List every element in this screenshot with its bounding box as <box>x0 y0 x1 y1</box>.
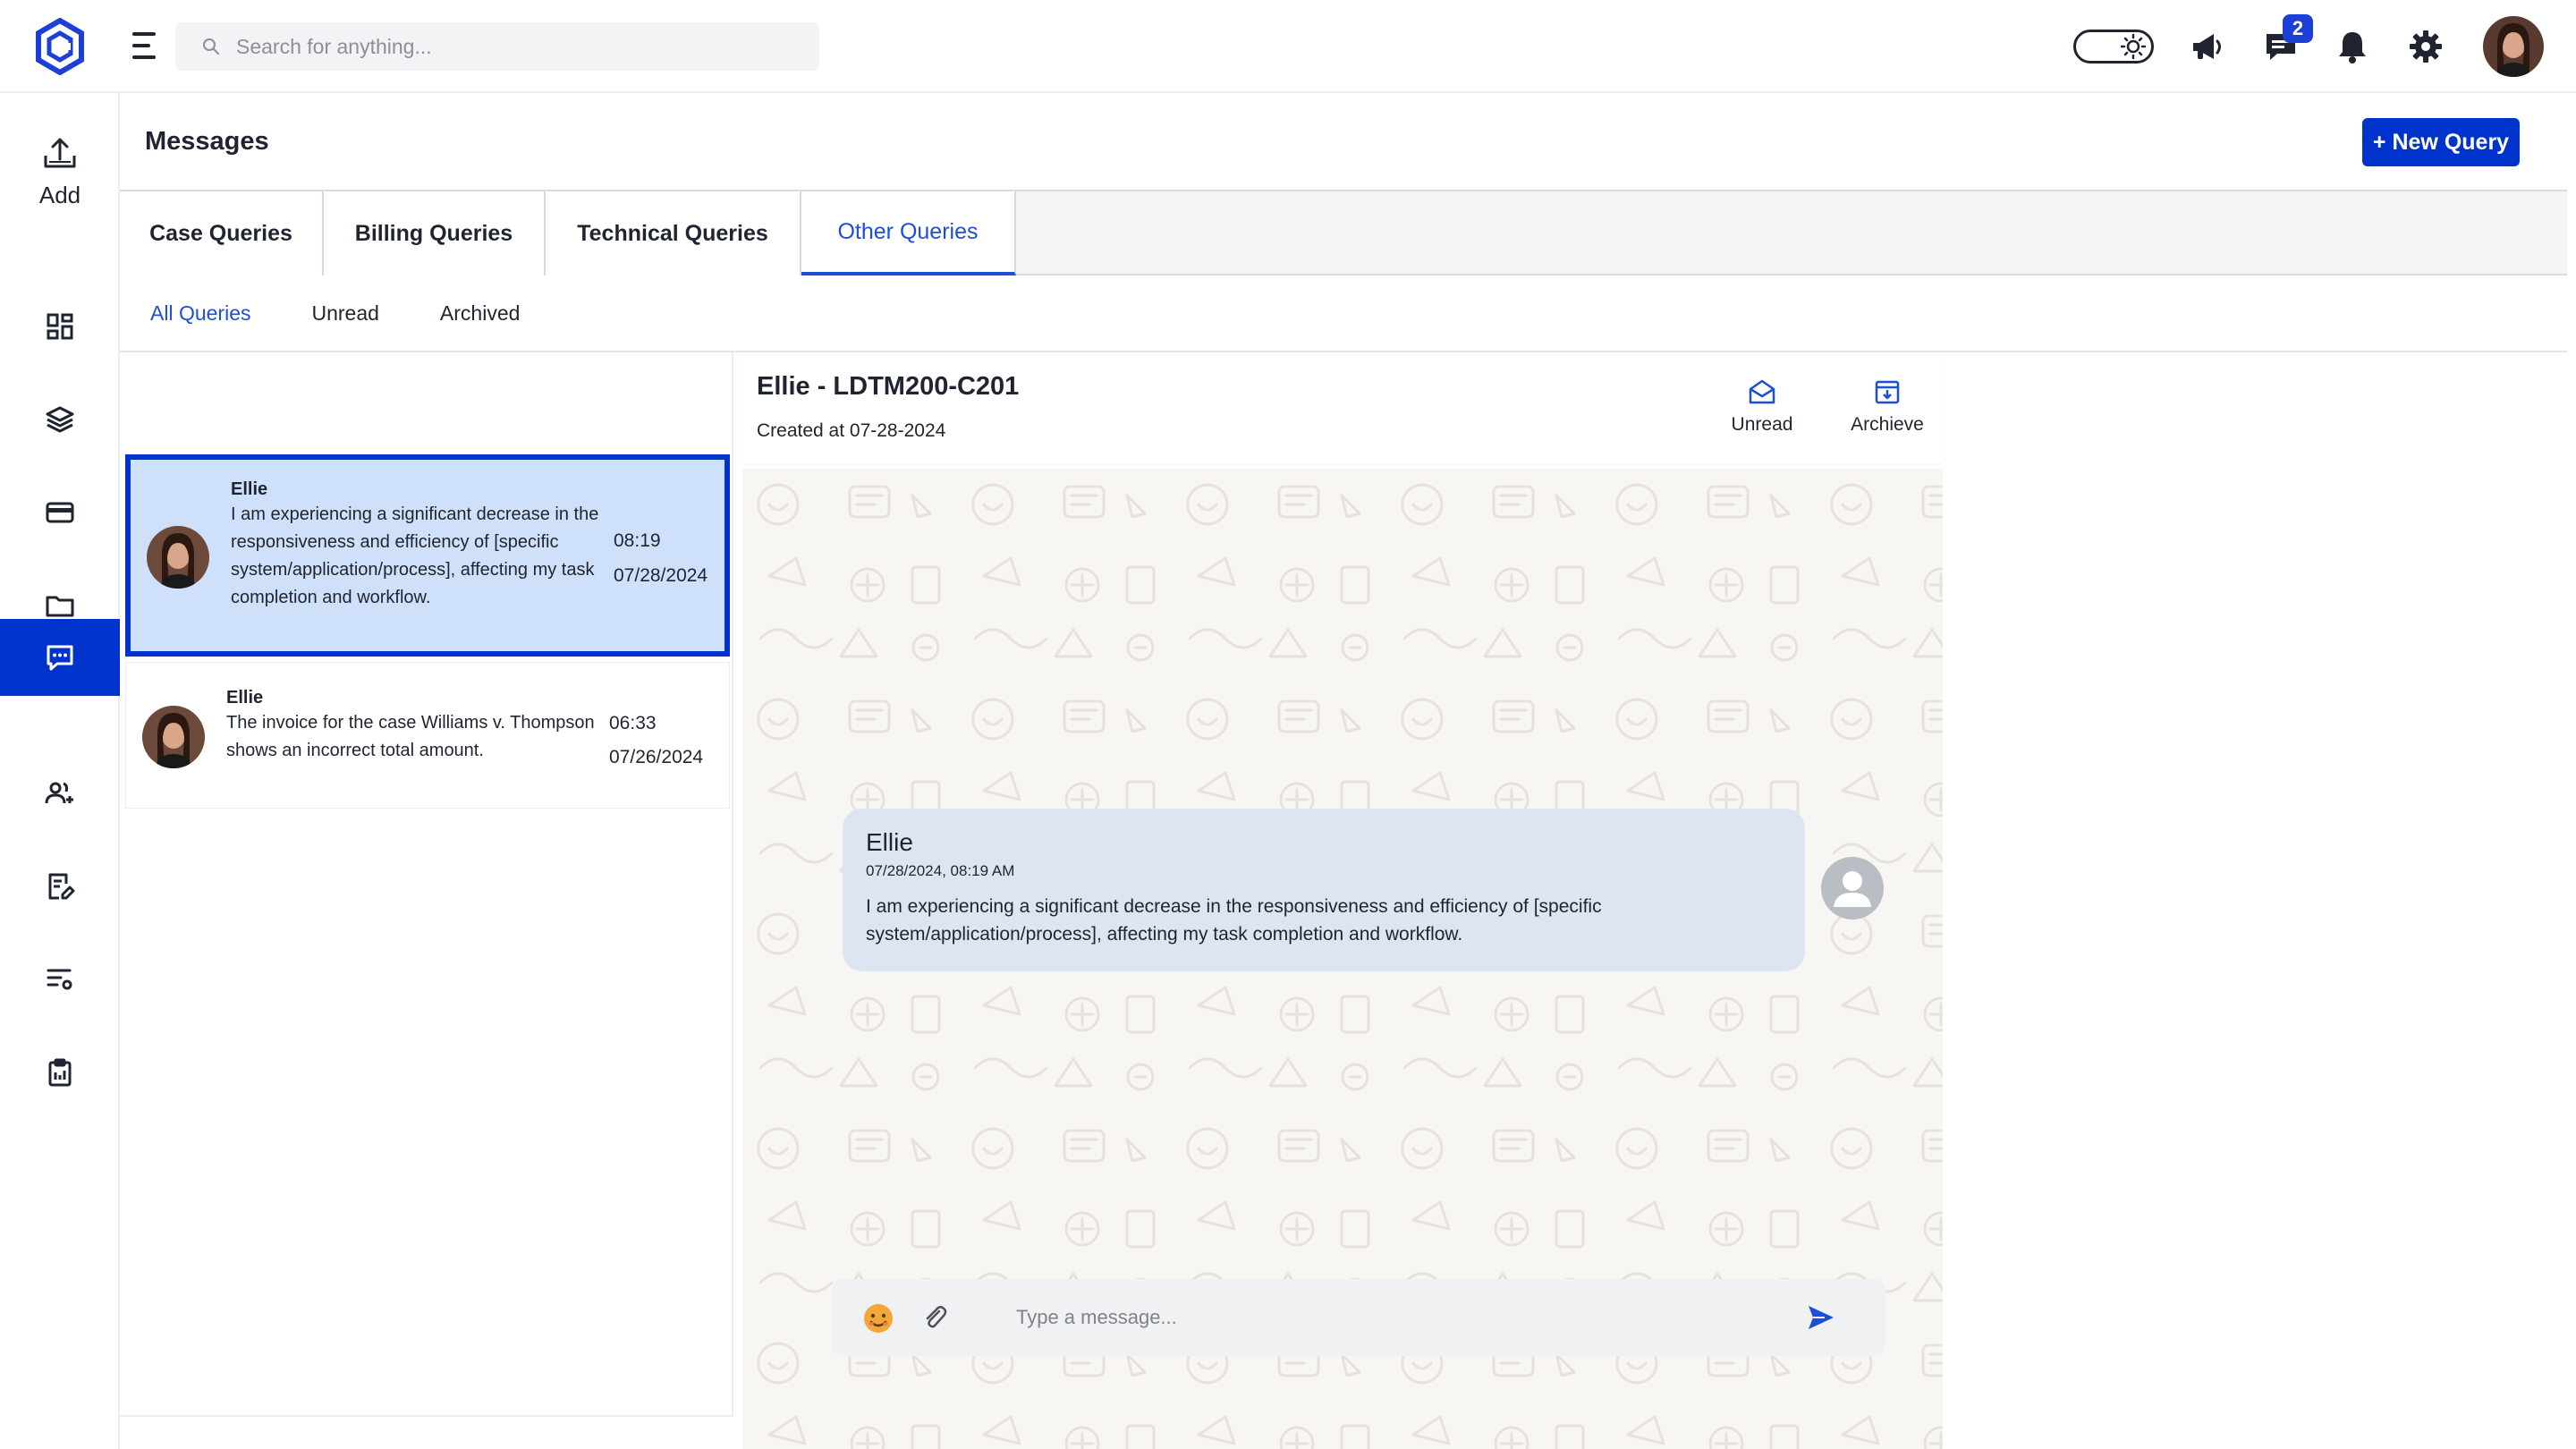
message-input[interactable] <box>1016 1295 1785 1340</box>
tab-other-queries[interactable]: Other Queries <box>801 191 1016 275</box>
sender-avatar-placeholder <box>1821 857 1884 919</box>
add-label: Add <box>38 182 81 208</box>
message-date: 07/28/2024 <box>614 565 708 586</box>
users-icon <box>45 782 73 804</box>
message-composer <box>832 1279 1885 1356</box>
sun-icon <box>2121 34 2146 59</box>
subtab-unread[interactable]: Unread <box>311 301 378 326</box>
message-date: 07/26/2024 <box>609 747 704 767</box>
gear-icon[interactable] <box>2406 27 2445 66</box>
conversation-title: Ellie - LDTM200-C201 <box>757 372 1020 401</box>
sidebar-item-dashboard[interactable] <box>0 288 120 365</box>
message-time: 08:19 <box>614 530 661 551</box>
theme-toggle[interactable] <box>2073 30 2154 64</box>
search-bar[interactable] <box>175 22 819 71</box>
sidebar-item-messages[interactable] <box>0 619 120 696</box>
chat-area: Ellie 07/28/2024, 08:19 AM I am experien… <box>742 469 1943 1449</box>
search-icon <box>203 38 219 55</box>
sidebar-item-settings-list[interactable] <box>0 941 120 1018</box>
tab-case-queries[interactable]: Case Queries <box>120 191 324 275</box>
tab-technical-queries[interactable]: Technical Queries <box>546 191 801 275</box>
layers-icon <box>46 406 74 433</box>
sidebar-item-users[interactable] <box>0 755 120 832</box>
bell-icon[interactable] <box>2333 27 2372 66</box>
messages-count-badge: 2 <box>2283 14 2313 43</box>
sidebar-item-tasks[interactable] <box>0 1034 120 1111</box>
sender-name: Ellie <box>226 688 264 708</box>
archive-label: Archieve <box>1851 414 1924 435</box>
list-item[interactable]: Ellie The invoice for the case Williams … <box>125 662 730 809</box>
subtab-archived[interactable]: Archived <box>440 301 520 326</box>
top-header: 2 <box>0 0 2576 93</box>
list-item[interactable]: Ellie I am experiencing a significant de… <box>125 454 730 657</box>
sidebar-item-layers[interactable] <box>0 381 120 458</box>
archive-button[interactable]: Archieve <box>1843 377 1932 436</box>
message-time: 06:33 <box>609 713 657 733</box>
upload-icon <box>44 138 76 168</box>
mark-unread-button[interactable]: Unread <box>1726 377 1798 436</box>
clipboard-icon <box>48 1058 72 1087</box>
envelope-open-icon <box>1749 379 1775 404</box>
query-category-tabs: Case Queries Billing Queries Technical Q… <box>120 190 2567 275</box>
messages-icon <box>47 645 73 671</box>
list-settings-icon <box>47 969 72 990</box>
message-preview: I am experiencing a significant decrease… <box>231 504 599 607</box>
conversation-header: Ellie - LDTM200-C201 Created at 07-28-20… <box>742 352 1943 463</box>
sidebar-item-documents[interactable] <box>0 848 120 925</box>
avatar <box>147 526 209 589</box>
sender-name: Ellie <box>231 479 268 499</box>
document-edit-icon <box>48 873 75 900</box>
subtab-all-queries[interactable]: All Queries <box>150 301 250 326</box>
card-icon <box>46 502 74 523</box>
menu-icon[interactable] <box>132 32 163 61</box>
message-preview: The invoice for the case Williams v. Tho… <box>226 713 595 760</box>
query-filter-tabs: All Queries Unread Archived <box>120 275 2567 352</box>
avatar <box>142 706 205 768</box>
search-input[interactable] <box>236 34 791 59</box>
message-timestamp: 07/28/2024, 08:19 AM <box>866 862 1015 879</box>
emoji-icon[interactable] <box>862 1302 894 1335</box>
app-logo[interactable] <box>34 18 86 75</box>
paperclip-icon[interactable] <box>919 1302 950 1333</box>
archive-icon <box>1875 380 1900 404</box>
dashboard-icon <box>47 313 73 340</box>
message-sender: Ellie <box>866 828 913 856</box>
tab-billing-queries[interactable]: Billing Queries <box>324 191 546 275</box>
conversation-created-date: Created at 07-28-2024 <box>757 420 946 441</box>
main-content: Messages + New Query Case Queries Billin… <box>120 93 2576 1449</box>
query-list: Ellie I am experiencing a significant de… <box>120 352 733 1417</box>
folder-icon <box>46 596 74 617</box>
message-text: I am experiencing a significant decrease… <box>866 896 1602 945</box>
user-avatar[interactable] <box>2483 16 2544 77</box>
conversation-panel: Ellie - LDTM200-C201 Created at 07-28-20… <box>742 352 1943 1449</box>
megaphone-icon[interactable] <box>2188 27 2227 66</box>
add-button[interactable]: Add <box>0 134 120 209</box>
page-title: Messages <box>145 127 269 156</box>
sidebar: Add <box>0 93 120 1449</box>
sidebar-item-billing[interactable] <box>0 474 120 551</box>
message-bubble: Ellie 07/28/2024, 08:19 AM I am experien… <box>843 809 1805 971</box>
send-icon[interactable] <box>1807 1304 1835 1331</box>
new-query-button[interactable]: + New Query <box>2362 118 2520 166</box>
mark-unread-label: Unread <box>1731 414 1793 435</box>
